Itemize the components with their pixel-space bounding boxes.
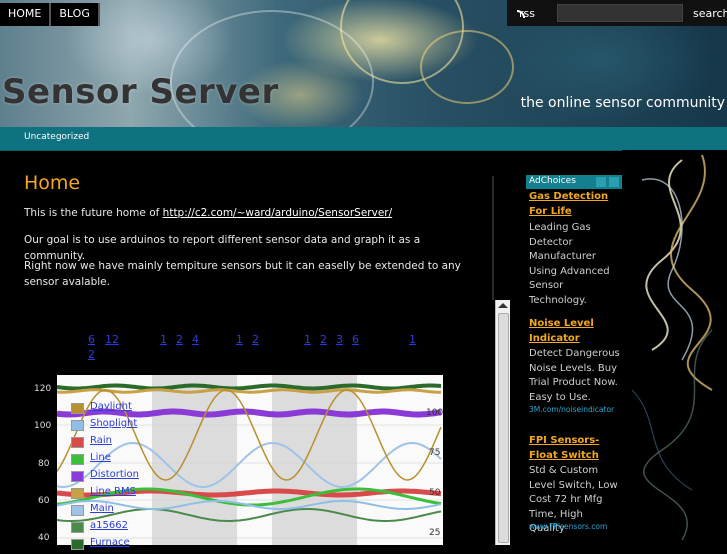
frame-scrollbar[interactable] — [495, 300, 510, 545]
paragraph-text: This is the future home of — [24, 207, 163, 219]
range-link[interactable]: 2 — [252, 333, 259, 346]
search-button[interactable]: search — [693, 7, 727, 20]
legend-swatch — [71, 522, 84, 533]
scroll-thumb[interactable] — [498, 313, 509, 543]
y2-tick-label: 100 — [426, 408, 443, 418]
site-title[interactable]: Sensor Server — [2, 72, 279, 112]
nav-home[interactable]: HOME — [0, 3, 52, 26]
category-bar: Uncategorized — [0, 127, 727, 151]
range-link[interactable]: 1 — [160, 333, 167, 346]
adchoices-label[interactable]: AdChoices — [529, 176, 576, 186]
legend-swatch — [71, 437, 84, 448]
legend-label[interactable]: Daylight — [90, 401, 132, 412]
y2-tick-label: 25 — [429, 528, 441, 538]
y-tick-label: 100 — [34, 421, 52, 431]
legend-label[interactable]: Line RMS — [90, 486, 136, 497]
header-art-streak — [420, 30, 514, 104]
adchoices-bar[interactable]: AdChoices — [526, 175, 622, 189]
range-link[interactable]: 1 — [304, 333, 311, 346]
legend-label[interactable]: a15662 — [90, 520, 128, 531]
legend-label[interactable]: Shoplight — [90, 418, 137, 429]
nav-blog[interactable]: BLOG — [51, 3, 100, 26]
legend-label[interactable]: Furnace — [90, 537, 130, 548]
ad-body[interactable]: Leading Gas Detector Manufacturer Using … — [529, 221, 621, 309]
topbar: rss search — [507, 0, 727, 26]
range-link[interactable]: 1 — [236, 333, 243, 346]
legend-label[interactable]: Main — [90, 503, 114, 514]
light-painting-image — [631, 154, 713, 541]
range-link[interactable]: 6 — [88, 333, 95, 346]
category-uncategorized[interactable]: Uncategorized — [24, 132, 89, 142]
range-link[interactable]: 6 — [352, 333, 359, 346]
range-link[interactable]: 2 — [320, 333, 327, 346]
page-title: Home — [24, 172, 81, 194]
ad-title-text[interactable]: Noise Level Indicator — [529, 318, 594, 344]
ad-url[interactable]: 3M.com/noiseindicator — [529, 405, 623, 414]
ad-title[interactable]: Noise Level Indicator — [529, 316, 621, 346]
site-header: HOME BLOG rss search Sensor Server the o… — [0, 0, 727, 127]
post-paragraph: Right now we have mainly tempiture senso… — [24, 260, 461, 288]
legend-swatch — [71, 403, 84, 414]
range-link[interactable]: 12 — [105, 333, 119, 346]
legend-swatch — [71, 505, 84, 516]
ad-url[interactable]: www.FPIsensors.com — [529, 522, 623, 531]
y-tick-label: 60 — [38, 496, 50, 506]
ad-body[interactable]: Detect Dangerous Noise Levels. Buy Trial… — [529, 347, 621, 405]
range-link[interactable]: 3 — [336, 333, 343, 346]
range-link[interactable]: 2 — [88, 348, 95, 361]
y-tick-label: 80 — [38, 459, 50, 469]
ad-title[interactable]: FPI Sensors-Float Switch — [529, 433, 621, 463]
ad-title-text[interactable]: FPI Sensors-Float Switch — [529, 435, 599, 461]
y-tick-label: 40 — [38, 533, 50, 543]
legend-label[interactable]: Rain — [90, 435, 112, 446]
night-band — [152, 375, 237, 545]
post-paragraph: This is the future home of http://c2.com… — [24, 205, 464, 221]
search-input[interactable] — [556, 4, 683, 22]
y2-tick-label: 50 — [429, 488, 441, 498]
chevron-right-icon[interactable] — [609, 177, 619, 187]
ad-title-text[interactable]: Gas Detection For Life — [529, 191, 608, 217]
legend-swatch — [71, 420, 84, 431]
scroll-up-arrow-icon[interactable] — [498, 303, 508, 308]
top-nav: HOME BLOG — [0, 3, 100, 26]
range-link[interactable]: 2 — [176, 333, 183, 346]
chevron-left-icon[interactable] — [596, 177, 606, 187]
range-link[interactable]: 4 — [192, 333, 199, 346]
legend-swatch — [71, 471, 84, 482]
y2-tick-label: 75 — [429, 448, 441, 458]
range-link[interactable]: 1 — [409, 333, 416, 346]
legend-label[interactable]: Distortion — [90, 469, 139, 480]
ad-unit: AdChoices Gas Detection For Life Leading… — [526, 175, 622, 545]
legend-swatch — [71, 488, 84, 499]
sensorserver-link[interactable]: http://c2.com/~ward/arduino/SensorServer… — [163, 207, 392, 219]
sidebar-light-art — [622, 150, 727, 545]
y-tick-label: 120 — [34, 384, 52, 394]
ad-title[interactable]: Gas Detection For Life — [529, 189, 621, 219]
night-band — [272, 375, 357, 545]
legend-label[interactable]: Line — [90, 452, 111, 463]
legend-swatch — [71, 454, 84, 465]
site-tagline: the online sensor community — [520, 95, 725, 111]
